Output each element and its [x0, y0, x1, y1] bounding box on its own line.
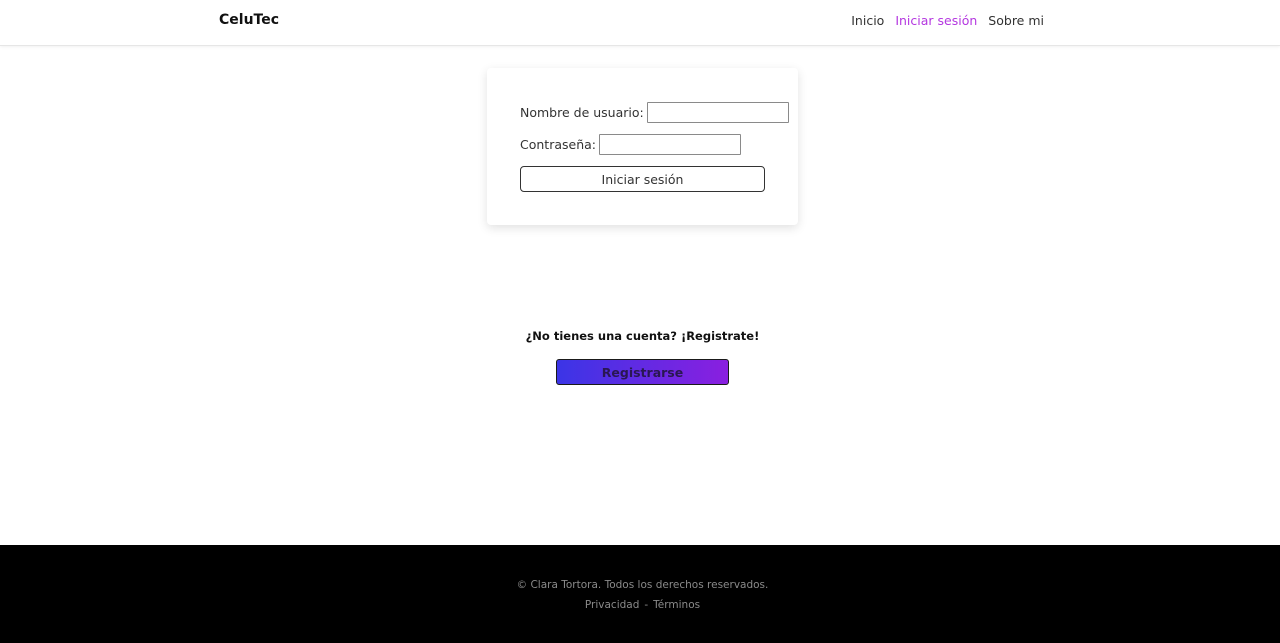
nav-links: Inicio Iniciar sesión Sobre mi [851, 13, 1044, 28]
password-input[interactable] [599, 134, 741, 155]
navbar: CeluTec Inicio Iniciar sesión Sobre mi [0, 0, 1280, 46]
register-prompt: ¿No tienes una cuenta? ¡Registrate! [525, 329, 760, 343]
login-button[interactable]: Iniciar sesión [520, 166, 765, 192]
nav-link-sobre-mi[interactable]: Sobre mi [988, 13, 1044, 28]
copyright-text: © Clara Tortora. Todos los derechos rese… [516, 579, 769, 591]
footer-separator: - [644, 599, 649, 611]
username-row: Nombre de usuario: [520, 102, 789, 123]
nav-link-iniciar-sesion[interactable]: Iniciar sesión [895, 13, 977, 28]
terms-link[interactable]: Términos [653, 599, 700, 611]
nav-link-inicio[interactable]: Inicio [851, 13, 884, 28]
footer-links: Privacidad - Términos [0, 599, 1280, 611]
password-label: Contraseña: [520, 137, 596, 152]
brand-logo[interactable]: CeluTec [219, 12, 279, 28]
privacy-link[interactable]: Privacidad [585, 599, 639, 611]
login-card: Nombre de usuario: Contraseña: Iniciar s… [487, 68, 798, 225]
username-label: Nombre de usuario: [520, 105, 644, 120]
username-input[interactable] [646, 102, 789, 123]
footer: © Clara Tortora. Todos los derechos rese… [0, 545, 1280, 643]
password-row: Contraseña: [520, 134, 741, 155]
register-button[interactable]: Registrarse [556, 359, 729, 385]
